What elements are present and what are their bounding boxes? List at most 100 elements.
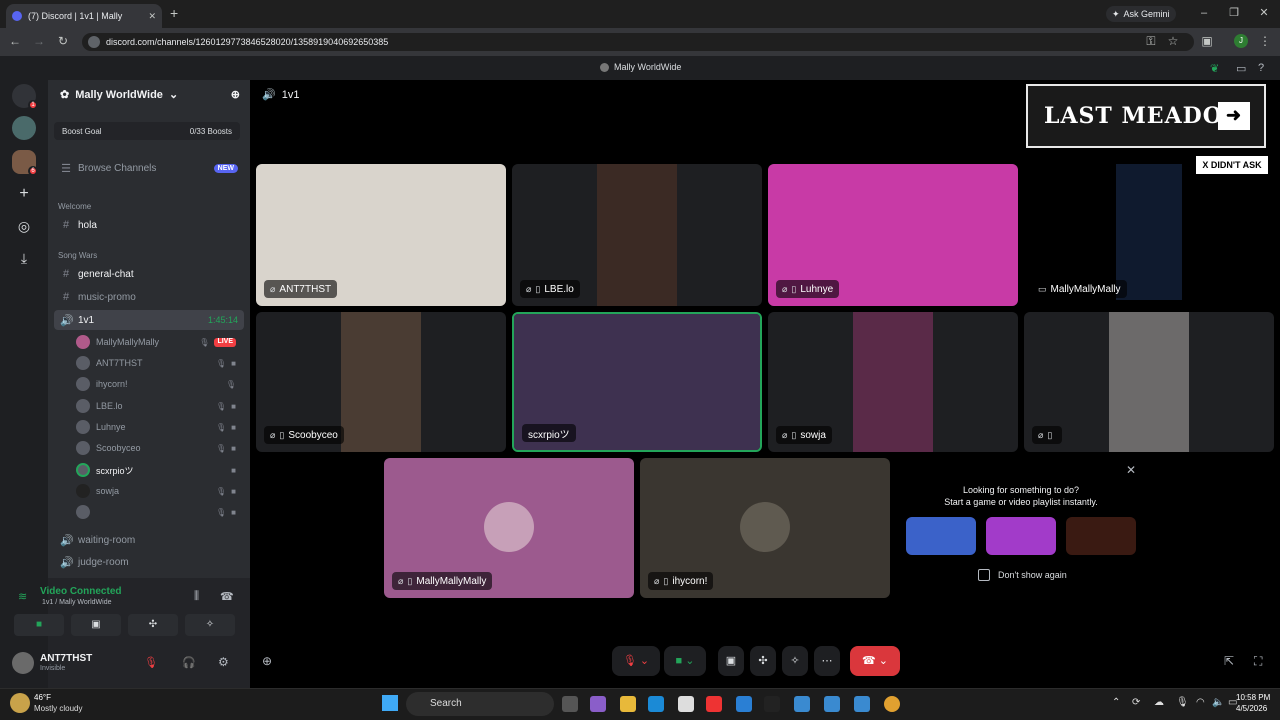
app-icon[interactable] — [764, 696, 780, 712]
account-name[interactable]: ANT7THST — [40, 653, 92, 664]
nitro-leaf-icon[interactable]: ❦ — [1210, 62, 1219, 75]
soundboard-button[interactable]: ✧ — [185, 614, 235, 636]
close-icon[interactable]: ✕ — [1126, 463, 1136, 477]
chrome-menu-icon[interactable]: ⋮ — [1258, 34, 1272, 48]
reload-icon[interactable]: ↻ — [56, 34, 70, 48]
add-server-icon[interactable]: + — [12, 182, 36, 206]
weather-temp[interactable]: 46°F — [34, 693, 51, 702]
boost-goal-bar[interactable]: Boost Goal 0/33 Boosts — [54, 122, 240, 140]
tab-close-icon[interactable]: ✕ — [148, 11, 156, 22]
headphones-icon[interactable]: 🎧 — [182, 656, 196, 669]
download-icon[interactable]: ⤓ — [12, 246, 36, 270]
clock-date[interactable]: 4/5/2026 — [1236, 704, 1267, 713]
voice-user[interactable]: scxrpioツ ■ — [76, 460, 242, 480]
windows-start-icon[interactable] — [382, 695, 398, 711]
inbox-icon[interactable]: ▭ — [1236, 62, 1246, 75]
voice-status[interactable]: Video Connected — [40, 586, 122, 597]
back-icon[interactable]: ← — [8, 34, 22, 48]
task-view-icon[interactable] — [562, 696, 578, 712]
help-icon[interactable]: ? — [1258, 62, 1264, 74]
minimize-icon[interactable]: – — [1196, 6, 1212, 20]
voice-user[interactable]: ANT7THST 🎙 ■ — [76, 353, 242, 373]
activities-button[interactable]: ✣ — [128, 614, 178, 636]
fullscreen-icon[interactable]: ⛶ — [1254, 654, 1262, 669]
voice-user[interactable]: Scoobyceo 🎙 ■ — [76, 438, 242, 458]
discord-home-icon[interactable]: 1 — [12, 84, 38, 110]
profile-avatar[interactable]: J — [1234, 34, 1248, 48]
discover-compass-icon[interactable]: ◎ — [12, 214, 36, 238]
channel-music-promo[interactable]: # music-promo — [54, 287, 244, 307]
camera-toggle-button[interactable]: ■ ⌄ — [664, 646, 706, 676]
wifi-icon[interactable]: ◠ — [1196, 697, 1205, 708]
chrome-icon[interactable] — [884, 696, 900, 712]
activity-card-sketch-heads[interactable] — [906, 517, 976, 555]
url-bar[interactable]: discord.com/channels/1260129773846528020… — [82, 33, 1194, 51]
forward-icon[interactable]: → — [32, 34, 46, 48]
invite-user-icon[interactable]: ⊕ — [231, 88, 240, 101]
voice-user[interactable]: 🎙 ■ — [76, 502, 242, 522]
taskbar-search[interactable]: Search — [406, 692, 554, 716]
password-key-icon[interactable]: ⚿ — [1144, 34, 1158, 48]
volume-icon[interactable]: 🔈 — [1212, 697, 1224, 708]
user-avatar[interactable] — [12, 652, 34, 674]
voice-user[interactable]: LBE.lo 🎙 ■ — [76, 396, 242, 416]
signal-icon[interactable]: ≋ — [18, 590, 27, 603]
video-tile[interactable]: ⌀ ANT7THST — [256, 164, 506, 306]
site-info-icon[interactable] — [88, 36, 100, 48]
voice-user[interactable]: Luhnye 🎙 ■ — [76, 417, 242, 437]
copilot-icon[interactable] — [590, 696, 606, 712]
invite-icon[interactable]: ⊕ — [262, 654, 272, 668]
new-tab-icon[interactable]: + — [170, 6, 184, 20]
channel-general-chat[interactable]: # general-chat — [54, 264, 244, 284]
voice-user[interactable]: sowja 🎙 ■ — [76, 481, 242, 501]
soundboard-icon[interactable]: ✧ — [782, 646, 808, 676]
tray-chevron-icon[interactable]: ⌃ — [1112, 697, 1120, 708]
voice-subtitle[interactable]: 1v1 / Mally WorldWide — [42, 599, 112, 606]
weather-icon[interactable] — [10, 693, 30, 713]
activity-card-scream[interactable] — [1066, 517, 1136, 555]
tray-mic-icon[interactable]: 🎙 — [1176, 697, 1189, 708]
category-song-wars[interactable]: Song Wars — [58, 251, 97, 260]
leave-call-button[interactable]: ☎ ⌄ — [850, 646, 900, 676]
avatar-tile[interactable]: ⌀ ▯ MallyMallyMally — [384, 458, 634, 598]
maximize-icon[interactable]: ❐ — [1226, 6, 1242, 20]
more-options-icon[interactable]: ⋯ — [814, 646, 840, 676]
clock-time[interactable]: 10:58 PM — [1236, 693, 1270, 702]
video-tile-speaking[interactable]: scxrpioツ — [512, 312, 762, 452]
video-tile[interactable]: ⌀ ▯ LBE.lo — [512, 164, 762, 306]
mute-toggle-button[interactable]: 🎙 ⌄ — [612, 646, 660, 676]
mic-muted-icon[interactable]: 🎙 — [144, 656, 158, 669]
app-icon[interactable] — [706, 696, 722, 712]
app-icon[interactable] — [854, 696, 870, 712]
app-icon[interactable] — [794, 696, 810, 712]
category-welcome[interactable]: Welcome — [58, 202, 91, 211]
tray-sync-icon[interactable]: ⟳ — [1132, 697, 1140, 708]
channel-hola[interactable]: # hola — [54, 215, 244, 235]
avatar-tile[interactable]: ⌀ ▯ ihycorn! — [640, 458, 890, 598]
app-icon[interactable] — [824, 696, 840, 712]
voice-channel-judge-room[interactable]: 🔊 judge-room — [54, 552, 244, 572]
video-tile[interactable]: ⌀ ▯ — [1024, 312, 1274, 452]
edge-icon[interactable] — [648, 696, 664, 712]
disconnect-icon[interactable]: ☎ — [220, 590, 234, 603]
popout-icon[interactable]: ⇱ — [1224, 654, 1234, 668]
dont-show-checkbox[interactable] — [978, 569, 990, 581]
dropbox-icon[interactable] — [736, 696, 752, 712]
sidepanel-icon[interactable]: ▣ — [1200, 34, 1214, 48]
camera-button[interactable]: ■ — [14, 614, 64, 636]
video-tile[interactable]: ▭ MallyMallyMally — [1024, 164, 1274, 306]
voice-channel-1v1[interactable]: 🔊 1v1 1:45:14 — [54, 310, 244, 330]
guild-header[interactable]: ✿ Mally WorldWide ⌄ ⊕ — [60, 88, 240, 102]
user-settings-gear-icon[interactable]: ⚙ — [218, 655, 229, 669]
screen-share-button[interactable]: ▣ — [71, 614, 121, 636]
browser-tab[interactable]: (7) Discord | 1v1 | Mally ✕ — [6, 4, 162, 28]
voice-channel-waiting-room[interactable]: 🔊 waiting-room — [54, 530, 244, 550]
activity-card[interactable] — [986, 517, 1056, 555]
video-tile[interactable]: ⌀ ▯ Scoobyceo — [256, 312, 506, 452]
store-icon[interactable] — [678, 696, 694, 712]
file-explorer-icon[interactable] — [620, 696, 636, 712]
browse-channels[interactable]: ☰ Browse Channels NEW — [54, 158, 244, 178]
noise-suppression-icon[interactable]: ⫼ — [194, 590, 199, 603]
server-icon-mally[interactable]: 6 — [12, 150, 38, 176]
voice-user[interactable]: MallyMallyMally 🎙 LIVE — [76, 332, 242, 352]
